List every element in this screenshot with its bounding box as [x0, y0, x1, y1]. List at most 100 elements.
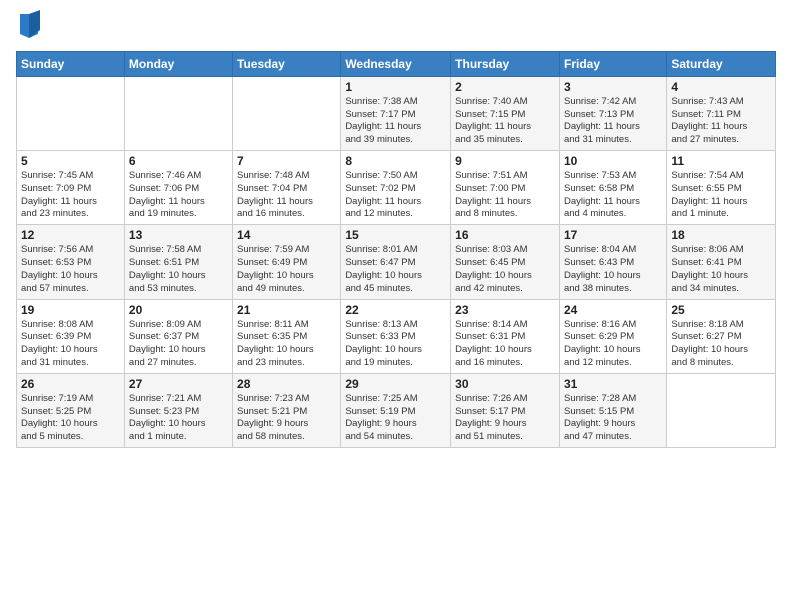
day-number: 3 — [564, 80, 662, 94]
weekday-header-wednesday: Wednesday — [341, 51, 451, 76]
day-number: 17 — [564, 228, 662, 242]
calendar-table: SundayMondayTuesdayWednesdayThursdayFrid… — [16, 51, 776, 448]
calendar-week-row: 26 Sunrise: 7:19 AM Sunset: 5:25 PM Dayli… — [17, 373, 776, 447]
day-info: Sunrise: 7:50 AM Sunset: 7:02 PM Dayligh… — [345, 170, 446, 221]
weekday-header-saturday: Saturday — [667, 51, 776, 76]
calendar-cell: 31 Sunrise: 7:28 AM Sunset: 5:15 PM Dayli… — [559, 373, 666, 447]
day-number: 6 — [129, 154, 228, 168]
day-number: 10 — [564, 154, 662, 168]
day-number: 7 — [237, 154, 336, 168]
day-info: Sunrise: 8:11 AM Sunset: 6:35 PM Dayligh… — [237, 319, 336, 370]
calendar-cell: 8 Sunrise: 7:50 AM Sunset: 7:02 PM Daylig… — [341, 151, 451, 225]
day-number: 23 — [455, 303, 555, 317]
day-number: 30 — [455, 377, 555, 391]
calendar-cell: 10 Sunrise: 7:53 AM Sunset: 6:58 PM Dayli… — [559, 151, 666, 225]
day-number: 24 — [564, 303, 662, 317]
day-info: Sunrise: 7:28 AM Sunset: 5:15 PM Dayligh… — [564, 393, 662, 444]
page: SundayMondayTuesdayWednesdayThursdayFrid… — [0, 0, 792, 612]
calendar-cell: 6 Sunrise: 7:46 AM Sunset: 7:06 PM Daylig… — [124, 151, 232, 225]
day-info: Sunrise: 7:58 AM Sunset: 6:51 PM Dayligh… — [129, 244, 228, 295]
day-info: Sunrise: 7:40 AM Sunset: 7:15 PM Dayligh… — [455, 96, 555, 147]
day-number: 25 — [671, 303, 771, 317]
day-info: Sunrise: 7:23 AM Sunset: 5:21 PM Dayligh… — [237, 393, 336, 444]
day-number: 4 — [671, 80, 771, 94]
day-number: 8 — [345, 154, 446, 168]
header — [16, 10, 776, 43]
weekday-header-friday: Friday — [559, 51, 666, 76]
calendar-cell: 5Sunrise: 7:45 AM Sunset: 7:09 PM Daylig… — [17, 151, 125, 225]
calendar-cell: 9Sunrise: 7:51 AM Sunset: 7:00 PM Daylig… — [451, 151, 560, 225]
calendar-cell: 22 Sunrise: 8:13 AM Sunset: 6:33 PM Dayli… — [341, 299, 451, 373]
calendar-cell: 29Sunrise: 7:25 AM Sunset: 5:19 PM Dayli… — [341, 373, 451, 447]
day-info: Sunrise: 7:43 AM Sunset: 7:11 PM Dayligh… — [671, 96, 771, 147]
day-number: 13 — [129, 228, 228, 242]
day-number: 1 — [345, 80, 446, 94]
day-info: Sunrise: 7:53 AM Sunset: 6:58 PM Dayligh… — [564, 170, 662, 221]
day-number: 31 — [564, 377, 662, 391]
calendar-cell: 16 Sunrise: 8:03 AM Sunset: 6:45 PM Dayli… — [451, 225, 560, 299]
day-info: Sunrise: 8:06 AM Sunset: 6:41 PM Dayligh… — [671, 244, 771, 295]
day-number: 12 — [21, 228, 120, 242]
day-number: 9 — [455, 154, 555, 168]
day-info: Sunrise: 8:08 AM Sunset: 6:39 PM Dayligh… — [21, 319, 120, 370]
day-number: 16 — [455, 228, 555, 242]
calendar-cell: 25Sunrise: 8:18 AM Sunset: 6:27 PM Dayli… — [667, 299, 776, 373]
calendar-cell: 20 Sunrise: 8:09 AM Sunset: 6:37 PM Dayli… — [124, 299, 232, 373]
calendar-week-row: 19 Sunrise: 8:08 AM Sunset: 6:39 PM Dayli… — [17, 299, 776, 373]
weekday-header-thursday: Thursday — [451, 51, 560, 76]
calendar-week-row: 5Sunrise: 7:45 AM Sunset: 7:09 PM Daylig… — [17, 151, 776, 225]
day-info: Sunrise: 8:09 AM Sunset: 6:37 PM Dayligh… — [129, 319, 228, 370]
day-info: Sunrise: 8:13 AM Sunset: 6:33 PM Dayligh… — [345, 319, 446, 370]
day-number: 26 — [21, 377, 120, 391]
calendar-cell: 13 Sunrise: 7:58 AM Sunset: 6:51 PM Dayli… — [124, 225, 232, 299]
calendar-cell: 23Sunrise: 8:14 AM Sunset: 6:31 PM Dayli… — [451, 299, 560, 373]
day-number: 27 — [129, 377, 228, 391]
day-number: 20 — [129, 303, 228, 317]
day-info: Sunrise: 7:26 AM Sunset: 5:17 PM Dayligh… — [455, 393, 555, 444]
day-info: Sunrise: 7:42 AM Sunset: 7:13 PM Dayligh… — [564, 96, 662, 147]
calendar-cell: 30 Sunrise: 7:26 AM Sunset: 5:17 PM Dayli… — [451, 373, 560, 447]
calendar-cell: 24Sunrise: 8:16 AM Sunset: 6:29 PM Dayli… — [559, 299, 666, 373]
calendar-cell: 2 Sunrise: 7:40 AM Sunset: 7:15 PM Daylig… — [451, 76, 560, 150]
calendar-cell — [667, 373, 776, 447]
day-number: 19 — [21, 303, 120, 317]
day-info: Sunrise: 8:01 AM Sunset: 6:47 PM Dayligh… — [345, 244, 446, 295]
calendar-cell: 17Sunrise: 8:04 AM Sunset: 6:43 PM Dayli… — [559, 225, 666, 299]
day-info: Sunrise: 7:46 AM Sunset: 7:06 PM Dayligh… — [129, 170, 228, 221]
day-number: 18 — [671, 228, 771, 242]
day-info: Sunrise: 8:03 AM Sunset: 6:45 PM Dayligh… — [455, 244, 555, 295]
logo-icon — [18, 10, 40, 38]
day-info: Sunrise: 7:19 AM Sunset: 5:25 PM Dayligh… — [21, 393, 120, 444]
day-info: Sunrise: 7:59 AM Sunset: 6:49 PM Dayligh… — [237, 244, 336, 295]
calendar-cell: 21 Sunrise: 8:11 AM Sunset: 6:35 PM Dayli… — [233, 299, 341, 373]
day-number: 2 — [455, 80, 555, 94]
calendar-week-row: 1 Sunrise: 7:38 AM Sunset: 7:17 PM Daylig… — [17, 76, 776, 150]
day-number: 14 — [237, 228, 336, 242]
calendar-cell: 3 Sunrise: 7:42 AM Sunset: 7:13 PM Daylig… — [559, 76, 666, 150]
day-number: 29 — [345, 377, 446, 391]
calendar-cell — [233, 76, 341, 150]
calendar-cell: 28 Sunrise: 7:23 AM Sunset: 5:21 PM Dayli… — [233, 373, 341, 447]
logo — [16, 14, 40, 43]
calendar-cell: 19 Sunrise: 8:08 AM Sunset: 6:39 PM Dayli… — [17, 299, 125, 373]
calendar-cell: 18 Sunrise: 8:06 AM Sunset: 6:41 PM Dayli… — [667, 225, 776, 299]
calendar-cell: 1 Sunrise: 7:38 AM Sunset: 7:17 PM Daylig… — [341, 76, 451, 150]
calendar-cell — [124, 76, 232, 150]
logo-text — [16, 14, 40, 43]
day-info: Sunrise: 7:21 AM Sunset: 5:23 PM Dayligh… — [129, 393, 228, 444]
calendar-cell: 14 Sunrise: 7:59 AM Sunset: 6:49 PM Dayli… — [233, 225, 341, 299]
calendar-week-row: 12Sunrise: 7:56 AM Sunset: 6:53 PM Dayli… — [17, 225, 776, 299]
calendar-cell — [17, 76, 125, 150]
calendar-cell: 7Sunrise: 7:48 AM Sunset: 7:04 PM Daylig… — [233, 151, 341, 225]
day-info: Sunrise: 7:38 AM Sunset: 7:17 PM Dayligh… — [345, 96, 446, 147]
day-number: 28 — [237, 377, 336, 391]
day-number: 21 — [237, 303, 336, 317]
day-number: 22 — [345, 303, 446, 317]
day-number: 15 — [345, 228, 446, 242]
weekday-header-tuesday: Tuesday — [233, 51, 341, 76]
calendar-cell: 11Sunrise: 7:54 AM Sunset: 6:55 PM Dayli… — [667, 151, 776, 225]
day-info: Sunrise: 7:45 AM Sunset: 7:09 PM Dayligh… — [21, 170, 120, 221]
weekday-header-sunday: Sunday — [17, 51, 125, 76]
weekday-header-monday: Monday — [124, 51, 232, 76]
calendar-cell: 27 Sunrise: 7:21 AM Sunset: 5:23 PM Dayli… — [124, 373, 232, 447]
